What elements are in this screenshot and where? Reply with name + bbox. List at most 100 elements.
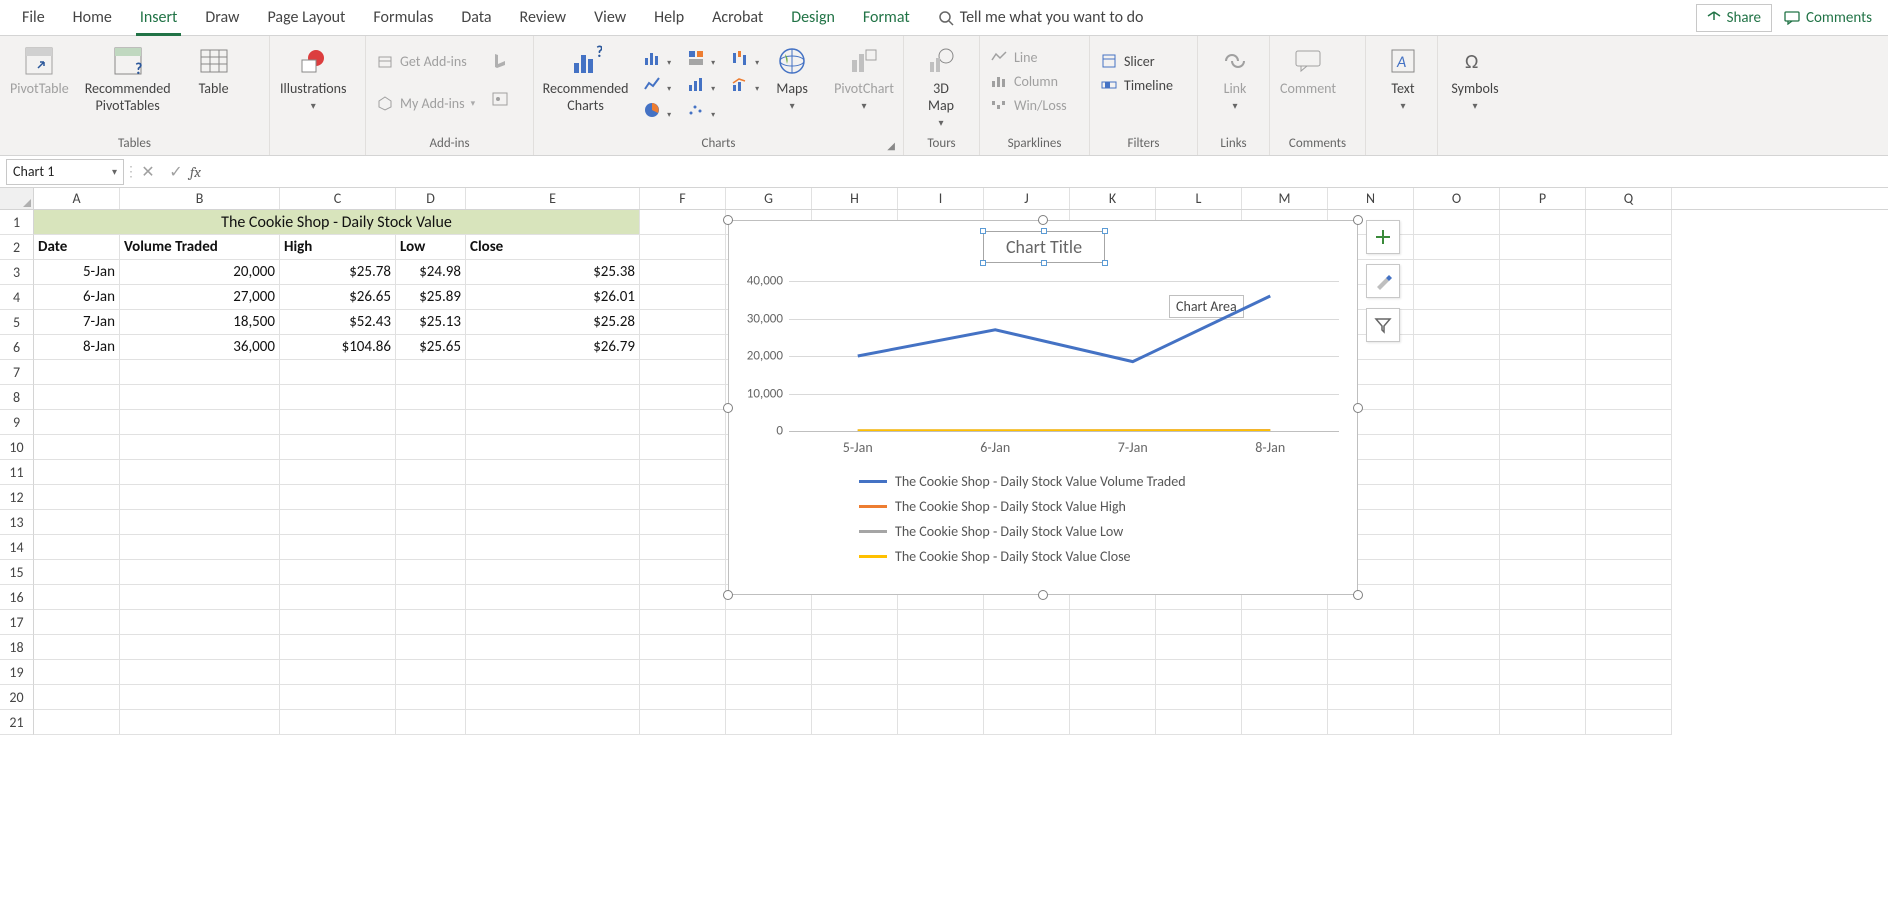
- cell[interactable]: [280, 535, 396, 560]
- bing-maps-button[interactable]: [487, 50, 513, 72]
- cell[interactable]: [466, 460, 640, 485]
- cell[interactable]: [898, 710, 984, 735]
- cell[interactable]: [1156, 660, 1242, 685]
- cell[interactable]: [1500, 685, 1586, 710]
- maps-button[interactable]: Maps ▾: [761, 40, 823, 112]
- cell[interactable]: [1328, 710, 1414, 735]
- cell[interactable]: 7-Jan: [34, 310, 120, 335]
- cell[interactable]: [396, 385, 466, 410]
- pivottable-button[interactable]: PivotTable: [6, 40, 73, 97]
- cell[interactable]: [34, 635, 120, 660]
- cell[interactable]: $25.78: [280, 260, 396, 285]
- illustrations-button[interactable]: Illustrations ▾: [276, 40, 351, 112]
- cell[interactable]: [1586, 535, 1672, 560]
- row-header-7[interactable]: 7: [0, 360, 34, 385]
- cell[interactable]: [1586, 385, 1672, 410]
- cell[interactable]: [1500, 285, 1586, 310]
- pivotchart-button[interactable]: PivotChart ▾: [831, 40, 897, 112]
- slicer-button[interactable]: Slicer: [1096, 50, 1177, 72]
- cell[interactable]: [1242, 610, 1328, 635]
- col-header-Q[interactable]: Q: [1586, 188, 1672, 209]
- cell[interactable]: [396, 410, 466, 435]
- cell[interactable]: [1500, 310, 1586, 335]
- cell[interactable]: 5-Jan: [34, 260, 120, 285]
- col-header-L[interactable]: L: [1156, 188, 1242, 209]
- cell[interactable]: [726, 635, 812, 660]
- row-header-10[interactable]: 10: [0, 435, 34, 460]
- col-header-C[interactable]: C: [280, 188, 396, 209]
- cell[interactable]: [726, 660, 812, 685]
- cell[interactable]: [120, 360, 280, 385]
- cell[interactable]: [1500, 360, 1586, 385]
- cell[interactable]: $25.13: [396, 310, 466, 335]
- cell[interactable]: [396, 610, 466, 635]
- cell[interactable]: [1414, 335, 1500, 360]
- cell[interactable]: [1500, 585, 1586, 610]
- tell-me-search[interactable]: Tell me what you want to do: [938, 8, 1144, 27]
- resize-handle[interactable]: [1353, 590, 1363, 600]
- cell[interactable]: [466, 435, 640, 460]
- cell[interactable]: [640, 585, 726, 610]
- col-header-B[interactable]: B: [120, 188, 280, 209]
- cell[interactable]: [1500, 610, 1586, 635]
- legend-item[interactable]: The Cookie Shop - Daily Stock Value Volu…: [859, 473, 1186, 490]
- cell[interactable]: [280, 560, 396, 585]
- cell[interactable]: [466, 710, 640, 735]
- col-header-G[interactable]: G: [726, 188, 812, 209]
- cell[interactable]: [640, 260, 726, 285]
- tab-chart-design[interactable]: Design: [777, 0, 849, 36]
- cell[interactable]: [640, 660, 726, 685]
- cell[interactable]: [640, 310, 726, 335]
- cell[interactable]: [726, 685, 812, 710]
- cell[interactable]: [396, 710, 466, 735]
- cell[interactable]: [640, 285, 726, 310]
- cell[interactable]: [812, 635, 898, 660]
- cell[interactable]: [280, 635, 396, 660]
- chart-filters-button[interactable]: [1366, 308, 1400, 342]
- sparkline-line-button[interactable]: Line: [986, 46, 1071, 68]
- cell[interactable]: [396, 435, 466, 460]
- combo-chart-button[interactable]: ▾: [727, 72, 753, 96]
- resize-handle[interactable]: [1038, 215, 1048, 225]
- comment-button[interactable]: Comment: [1276, 40, 1340, 97]
- cell[interactable]: [466, 510, 640, 535]
- cell[interactable]: [640, 635, 726, 660]
- scatter-chart-button[interactable]: ▾: [683, 98, 709, 122]
- cell[interactable]: [1414, 285, 1500, 310]
- row-header-8[interactable]: 8: [0, 385, 34, 410]
- cell[interactable]: [120, 560, 280, 585]
- cell[interactable]: [1242, 710, 1328, 735]
- cell[interactable]: [1500, 660, 1586, 685]
- cell[interactable]: [120, 460, 280, 485]
- cell[interactable]: [34, 610, 120, 635]
- cell[interactable]: [726, 610, 812, 635]
- cell[interactable]: [640, 685, 726, 710]
- cell[interactable]: [280, 685, 396, 710]
- resize-handle[interactable]: [1102, 260, 1108, 266]
- cell[interactable]: [1586, 310, 1672, 335]
- tab-formulas[interactable]: Formulas: [359, 0, 447, 36]
- cell[interactable]: [640, 560, 726, 585]
- cell[interactable]: 20,000: [120, 260, 280, 285]
- cell[interactable]: [466, 360, 640, 385]
- row-header-9[interactable]: 9: [0, 410, 34, 435]
- cell[interactable]: 36,000: [120, 335, 280, 360]
- cell[interactable]: [726, 710, 812, 735]
- cell[interactable]: [34, 710, 120, 735]
- legend-item[interactable]: The Cookie Shop - Daily Stock Value Clos…: [859, 548, 1186, 565]
- col-header-D[interactable]: D: [396, 188, 466, 209]
- cell[interactable]: [1156, 635, 1242, 660]
- cell[interactable]: $26.01: [466, 285, 640, 310]
- cell[interactable]: [280, 435, 396, 460]
- cell[interactable]: [1328, 660, 1414, 685]
- cell[interactable]: [120, 685, 280, 710]
- legend-item[interactable]: The Cookie Shop - Daily Stock Value Low: [859, 523, 1186, 540]
- cell[interactable]: [1586, 235, 1672, 260]
- cell[interactable]: [640, 360, 726, 385]
- resize-handle[interactable]: [1041, 260, 1047, 266]
- row-header-19[interactable]: 19: [0, 660, 34, 685]
- name-box[interactable]: Chart 1 ▾: [6, 159, 124, 185]
- cell[interactable]: [1586, 435, 1672, 460]
- cell[interactable]: [34, 385, 120, 410]
- cell[interactable]: [640, 385, 726, 410]
